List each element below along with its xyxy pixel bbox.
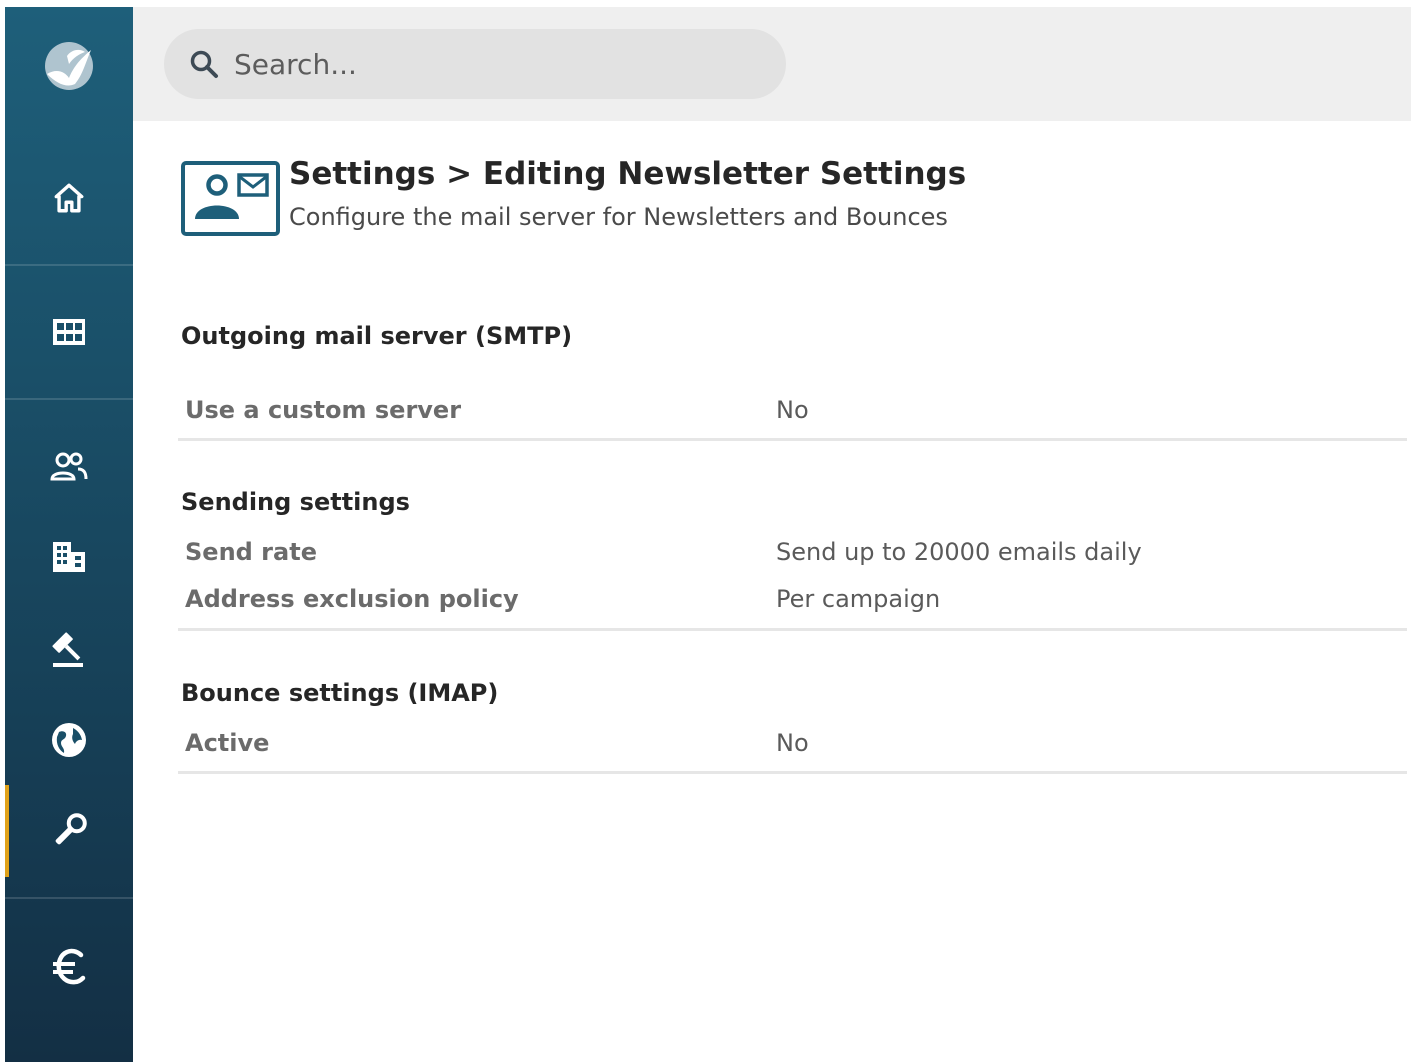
section-title-smtp: Outgoing mail server (SMTP)	[181, 322, 573, 350]
gavel-icon	[52, 632, 83, 667]
page-title: Settings > Editing Newsletter Settings	[289, 156, 967, 192]
search-icon	[190, 50, 218, 78]
top-bar	[133, 7, 1411, 121]
app-logo[interactable]	[5, 7, 133, 125]
wrench-icon	[55, 813, 87, 845]
globe-icon	[52, 723, 86, 757]
building-icon	[53, 542, 85, 572]
bird-logo-icon	[45, 42, 93, 90]
contact-card-icon	[181, 161, 280, 236]
home-icon	[54, 183, 84, 213]
sidebar-item-settings[interactable]	[5, 785, 133, 877]
sidebar-item-contacts[interactable]	[5, 427, 133, 507]
row-label-send-rate: Send rate	[185, 538, 317, 566]
sidebar-item-billing[interactable]	[5, 925, 133, 1009]
app-window: Settings > Editing Newsletter Settings C…	[0, 0, 1411, 1062]
sidebar-item-companies[interactable]	[5, 517, 133, 597]
row-value-custom-server: No	[776, 396, 809, 424]
sidebar-item-home[interactable]	[5, 132, 133, 264]
sidebar-item-legal[interactable]	[5, 607, 133, 691]
search-box[interactable]	[164, 29, 786, 99]
contacts-icon	[50, 452, 88, 481]
row-label-custom-server: Use a custom server	[185, 396, 462, 424]
grid-icon	[53, 319, 85, 345]
section-divider	[178, 628, 1407, 631]
section-divider	[178, 438, 1407, 441]
sidebar	[5, 7, 133, 1062]
row-value-send-rate: Send up to 20000 emails daily	[776, 538, 1142, 566]
sidebar-item-dashboard[interactable]	[5, 266, 133, 398]
row-value-active: No	[776, 729, 809, 757]
section-title-bounce: Bounce settings (IMAP)	[181, 679, 499, 707]
section-title-sending: Sending settings	[181, 488, 410, 516]
sidebar-item-web[interactable]	[5, 700, 133, 780]
sidebar-divider	[5, 897, 133, 899]
page-subtitle: Configure the mail server for Newsletter…	[289, 203, 948, 231]
sidebar-divider	[5, 398, 133, 400]
row-label-active: Active	[185, 729, 270, 757]
search-input[interactable]	[232, 46, 756, 82]
row-label-exclusion-policy: Address exclusion policy	[185, 585, 519, 613]
row-value-exclusion-policy: Per campaign	[776, 585, 941, 613]
euro-icon	[53, 948, 86, 985]
section-divider	[178, 771, 1407, 774]
